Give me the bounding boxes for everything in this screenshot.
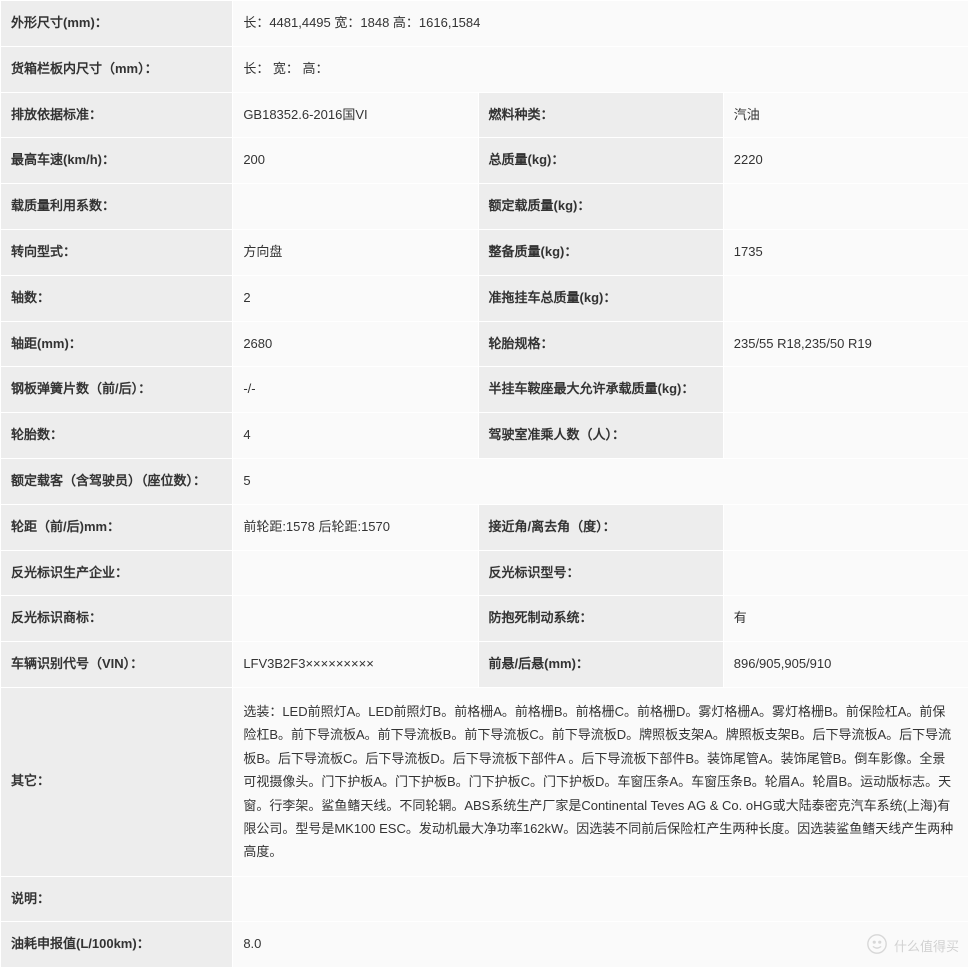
rated-load-label: 额定载质量(kg)： xyxy=(478,184,723,230)
gross-mass-value: 2220 xyxy=(723,138,968,184)
wheelbase-value: 2680 xyxy=(233,321,478,367)
curb-mass-label: 整备质量(kg)： xyxy=(478,229,723,275)
cab-seats-label: 驾驶室准乘人数（人）： xyxy=(478,413,723,459)
curb-mass-value: 1735 xyxy=(723,229,968,275)
leaf-spring-label: 钢板弹簧片数（前/后）： xyxy=(1,367,233,413)
other-value: 选装：LED前照灯A。LED前照灯B。前格栅A。前格栅B。前格栅C。前格栅D。雾… xyxy=(233,687,969,876)
reflector-brand-label: 反光标识商标： xyxy=(1,596,233,642)
cargo-box-value: 长： 宽： 高： xyxy=(233,46,969,92)
emission-label: 排放依据标准： xyxy=(1,92,233,138)
fifth-wheel-label: 半挂车鞍座最大允许承载质量(kg)： xyxy=(478,367,723,413)
overhang-value: 896/905,905/910 xyxy=(723,642,968,688)
track-value: 前轮距:1578 后轮距:1570 xyxy=(233,504,478,550)
fuel-consumption-label: 油耗申报值(L/100km)： xyxy=(1,922,233,968)
approach-value xyxy=(723,504,968,550)
table-row: 钢板弹簧片数（前/后）： -/- 半挂车鞍座最大允许承载质量(kg)： xyxy=(1,367,969,413)
rated-load-value xyxy=(723,184,968,230)
rated-pass-value: 5 xyxy=(233,458,969,504)
table-row: 说明： xyxy=(1,876,969,922)
table-row: 反光标识生产企业： 反光标识型号： xyxy=(1,550,969,596)
trailer-mass-label: 准拖挂车总质量(kg)： xyxy=(478,275,723,321)
rated-pass-label: 额定载客（含驾驶员）（座位数）： xyxy=(1,458,233,504)
fuel-type-label: 燃料种类： xyxy=(478,92,723,138)
reflector-mfr-label: 反光标识生产企业： xyxy=(1,550,233,596)
reflector-mfr-value xyxy=(233,550,478,596)
max-speed-value: 200 xyxy=(233,138,478,184)
table-row: 载质量利用系数： 额定载质量(kg)： xyxy=(1,184,969,230)
fuel-type-value: 汽油 xyxy=(723,92,968,138)
spec-table: 外形尺寸(mm)： 长：4481,4495 宽：1848 高：1616,1584… xyxy=(0,0,969,968)
table-row: 轮距（前/后)mm： 前轮距:1578 后轮距:1570 接近角/离去角（度）： xyxy=(1,504,969,550)
emission-value: GB18352.6-2016国VI xyxy=(233,92,478,138)
vin-value: LFV3B2F3××××××××× xyxy=(233,642,478,688)
axle-count-label: 轴数： xyxy=(1,275,233,321)
load-util-label: 载质量利用系数： xyxy=(1,184,233,230)
table-row: 车辆识别代号（VIN）： LFV3B2F3××××××××× 前悬/后悬(mm)… xyxy=(1,642,969,688)
remark-label: 说明： xyxy=(1,876,233,922)
dimensions-value: 长：4481,4495 宽：1848 高：1616,1584 xyxy=(233,1,969,47)
table-row: 反光标识商标： 防抱死制动系统： 有 xyxy=(1,596,969,642)
table-row: 转向型式： 方向盘 整备质量(kg)： 1735 xyxy=(1,229,969,275)
fuel-consumption-value: 8.0 xyxy=(233,922,969,968)
tire-count-label: 轮胎数： xyxy=(1,413,233,459)
remark-value xyxy=(233,876,969,922)
vin-label: 车辆识别代号（VIN）： xyxy=(1,642,233,688)
reflector-model-label: 反光标识型号： xyxy=(478,550,723,596)
cab-seats-value xyxy=(723,413,968,459)
table-row: 轴距(mm)： 2680 轮胎规格： 235/55 R18,235/50 R19 xyxy=(1,321,969,367)
leaf-spring-value: -/- xyxy=(233,367,478,413)
load-util-value xyxy=(233,184,478,230)
track-label: 轮距（前/后)mm： xyxy=(1,504,233,550)
approach-label: 接近角/离去角（度）： xyxy=(478,504,723,550)
steering-value: 方向盘 xyxy=(233,229,478,275)
abs-value: 有 xyxy=(723,596,968,642)
reflector-brand-value xyxy=(233,596,478,642)
abs-label: 防抱死制动系统： xyxy=(478,596,723,642)
dimensions-label: 外形尺寸(mm)： xyxy=(1,1,233,47)
table-row: 货箱栏板内尺寸（mm）： 长： 宽： 高： xyxy=(1,46,969,92)
table-row: 轮胎数： 4 驾驶室准乘人数（人）： xyxy=(1,413,969,459)
trailer-mass-value xyxy=(723,275,968,321)
steering-label: 转向型式： xyxy=(1,229,233,275)
table-row: 油耗申报值(L/100km)： 8.0 xyxy=(1,922,969,968)
max-speed-label: 最高车速(km/h)： xyxy=(1,138,233,184)
tire-spec-label: 轮胎规格： xyxy=(478,321,723,367)
wheelbase-label: 轴距(mm)： xyxy=(1,321,233,367)
table-row: 最高车速(km/h)： 200 总质量(kg)： 2220 xyxy=(1,138,969,184)
table-row: 轴数： 2 准拖挂车总质量(kg)： xyxy=(1,275,969,321)
overhang-label: 前悬/后悬(mm)： xyxy=(478,642,723,688)
table-row: 排放依据标准： GB18352.6-2016国VI 燃料种类： 汽油 xyxy=(1,92,969,138)
reflector-model-value xyxy=(723,550,968,596)
fifth-wheel-value xyxy=(723,367,968,413)
cargo-box-label: 货箱栏板内尺寸（mm）： xyxy=(1,46,233,92)
tire-count-value: 4 xyxy=(233,413,478,459)
axle-count-value: 2 xyxy=(233,275,478,321)
other-label: 其它： xyxy=(1,687,233,876)
tire-spec-value: 235/55 R18,235/50 R19 xyxy=(723,321,968,367)
table-row: 其它： 选装：LED前照灯A。LED前照灯B。前格栅A。前格栅B。前格栅C。前格… xyxy=(1,687,969,876)
table-row: 外形尺寸(mm)： 长：4481,4495 宽：1848 高：1616,1584 xyxy=(1,1,969,47)
gross-mass-label: 总质量(kg)： xyxy=(478,138,723,184)
table-row: 额定载客（含驾驶员）（座位数）： 5 xyxy=(1,458,969,504)
